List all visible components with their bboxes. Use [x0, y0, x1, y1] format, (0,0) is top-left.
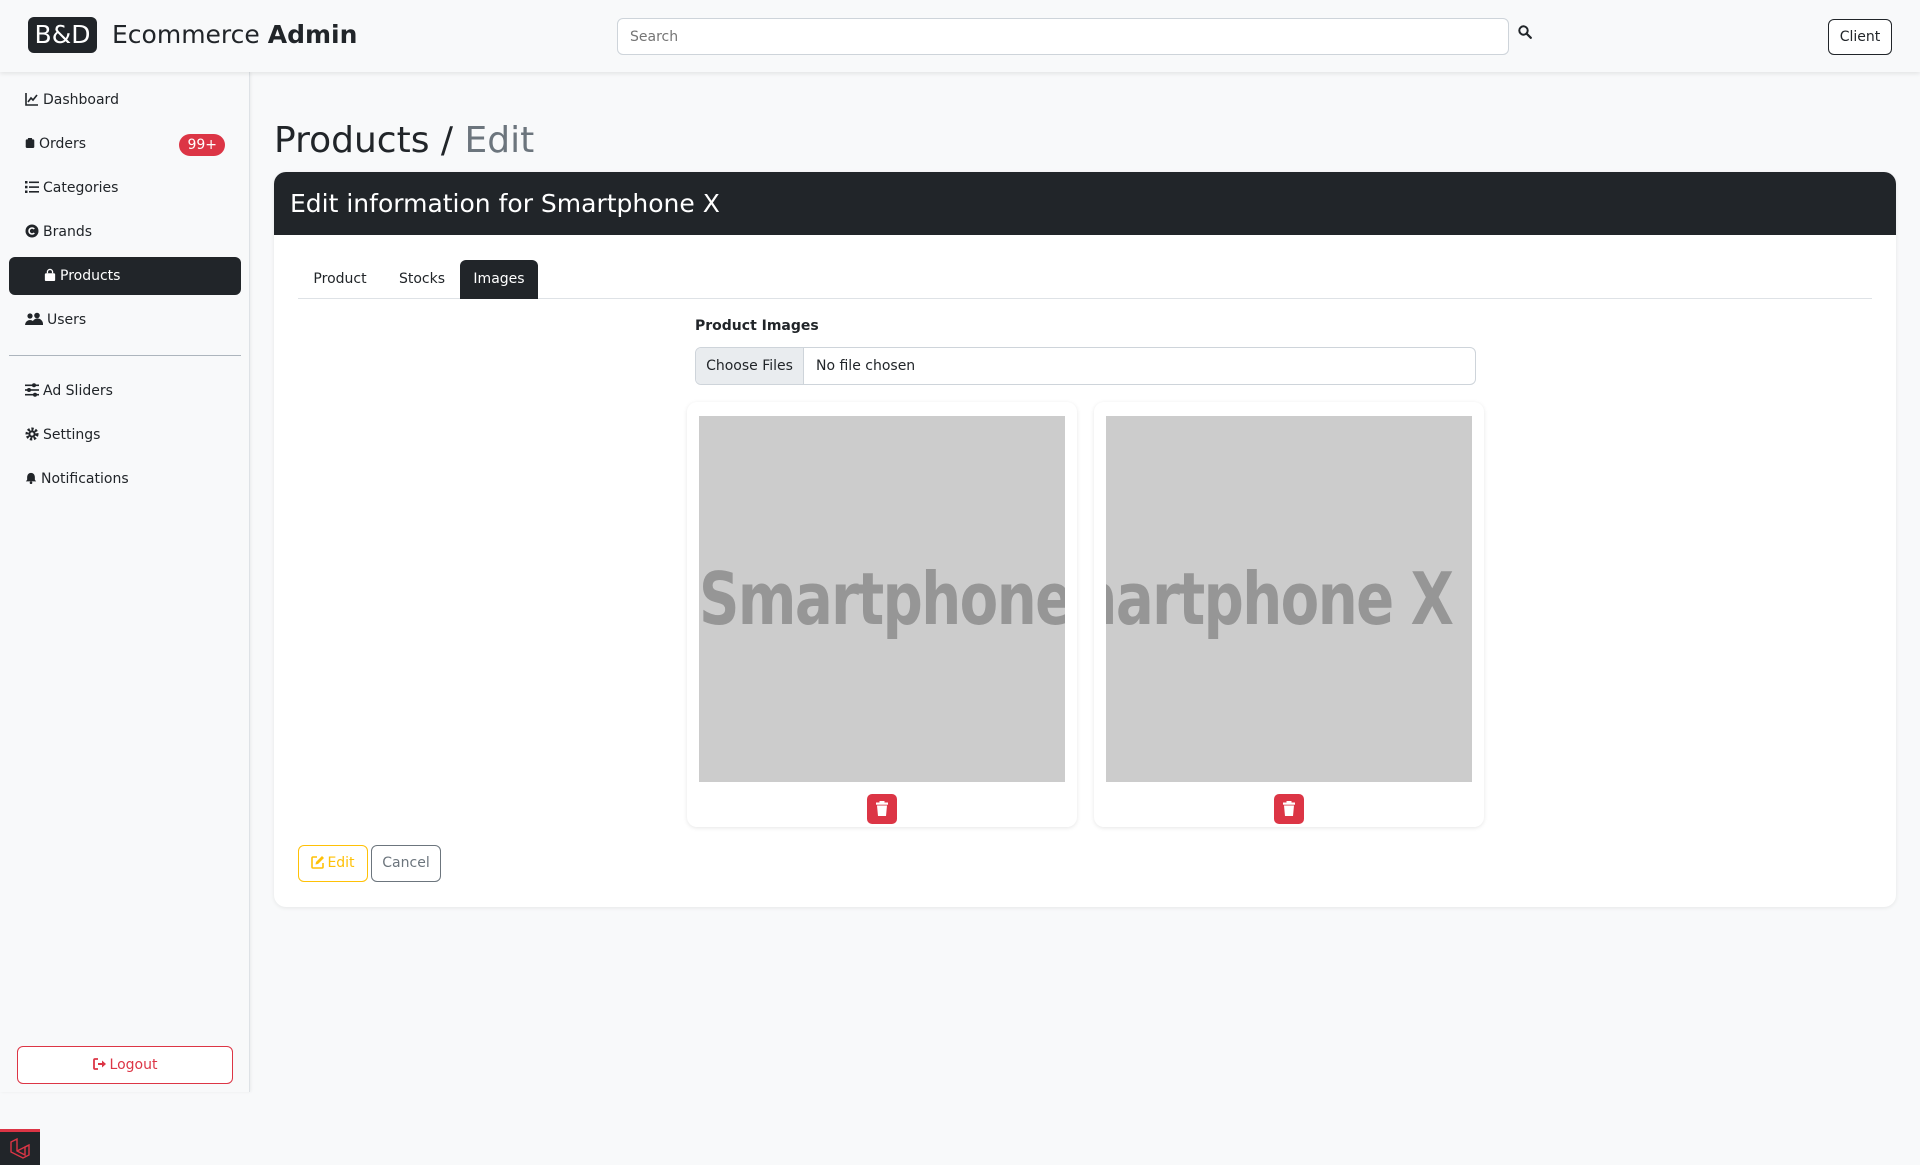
choose-files-button[interactable]: Choose Files	[696, 348, 804, 384]
sidebar-item-label: Products	[60, 268, 121, 284]
edit-button[interactable]: Edit	[298, 845, 368, 882]
logout-button[interactable]: Logout	[17, 1046, 233, 1084]
sidebar: Dashboard Orders 99+ Categories Brands P…	[0, 72, 250, 1092]
sidebar-item-label: Orders	[39, 136, 87, 152]
edit-product-card: Edit information for Smartphone X Produc…	[274, 172, 1896, 907]
delete-image-button[interactable]	[867, 794, 897, 824]
shopping-bag-icon	[44, 268, 56, 281]
image-card: Smartphone X De	[1094, 402, 1484, 827]
client-button[interactable]: Client	[1828, 19, 1892, 55]
chart-line-icon	[25, 93, 38, 106]
sidebar-item-label: Dashboard	[43, 92, 119, 108]
logout-label: Logout	[109, 1057, 158, 1073]
search-input[interactable]	[617, 18, 1509, 55]
orders-count-badge: 99+	[179, 134, 225, 156]
copyright-icon	[25, 224, 39, 238]
image-placeholder-text: Smartphone X	[699, 557, 1065, 641]
edit-label: Edit	[327, 855, 355, 871]
file-status-text: No file chosen	[816, 358, 916, 374]
sliders-icon	[25, 383, 39, 397]
page-title-action: Edit	[464, 120, 535, 161]
product-image: Smartphone X De	[1106, 416, 1472, 782]
top-navbar: B&D Ecommerce Admin Client	[0, 0, 1920, 72]
product-images-label: Product Images	[695, 318, 819, 334]
sidebar-divider	[9, 355, 241, 356]
tab-bar: Product Stocks Images	[298, 260, 1872, 299]
sidebar-item-notifications[interactable]: Notifications	[9, 460, 241, 498]
page-title: Products / Edit	[274, 118, 534, 164]
sidebar-item-categories[interactable]: Categories	[9, 169, 241, 207]
sidebar-item-orders[interactable]: Orders 99+	[9, 125, 241, 163]
page-title-main: Products /	[274, 120, 454, 161]
logout-icon	[92, 1058, 106, 1070]
debug-toolbar-toggle[interactable]	[0, 1129, 40, 1165]
sidebar-item-products[interactable]: Products	[9, 257, 241, 295]
sidebar-item-settings[interactable]: Settings	[9, 416, 241, 454]
tab-images[interactable]: Images	[460, 260, 538, 299]
tab-product[interactable]: Product	[298, 260, 382, 299]
clipboard-icon	[25, 138, 35, 148]
tab-stocks[interactable]: Stocks	[382, 260, 462, 299]
sidebar-item-brands[interactable]: Brands	[9, 213, 241, 251]
list-icon	[25, 181, 39, 193]
image-card: Smartphone X	[687, 402, 1077, 827]
sidebar-item-label: Categories	[43, 180, 119, 196]
cancel-button[interactable]: Cancel	[371, 845, 441, 882]
search-icon	[1518, 25, 1532, 39]
app-title[interactable]: Ecommerce Admin	[112, 18, 357, 52]
trash-icon	[1283, 801, 1295, 816]
product-image: Smartphone X	[699, 416, 1065, 782]
product-images-file-input[interactable]: Choose Files No file chosen	[695, 347, 1476, 385]
sidebar-item-users[interactable]: Users	[9, 301, 241, 339]
sidebar-item-label: Brands	[43, 224, 92, 240]
app-title-prefix: Ecommerce	[112, 20, 260, 49]
sidebar-item-dashboard[interactable]: Dashboard	[9, 81, 241, 119]
sidebar-item-ad-sliders[interactable]: Ad Sliders	[9, 372, 241, 410]
image-placeholder-text: Smartphone X De	[1106, 557, 1472, 641]
laravel-icon	[10, 1138, 30, 1159]
gear-icon	[25, 427, 39, 441]
delete-image-button[interactable]	[1274, 794, 1304, 824]
sidebar-item-label: Settings	[43, 427, 101, 443]
edit-icon	[311, 856, 325, 869]
app-title-bold: Admin	[267, 20, 358, 49]
card-header: Edit information for Smartphone X	[274, 172, 1896, 235]
trash-icon	[876, 801, 888, 816]
bell-icon	[25, 472, 37, 484]
sidebar-item-label: Users	[47, 312, 87, 328]
brand-logo[interactable]: B&D	[28, 17, 97, 53]
search-button[interactable]	[1518, 24, 1540, 46]
sidebar-item-label: Ad Sliders	[43, 383, 113, 399]
users-icon	[25, 312, 43, 325]
sidebar-item-label: Notifications	[41, 471, 129, 487]
